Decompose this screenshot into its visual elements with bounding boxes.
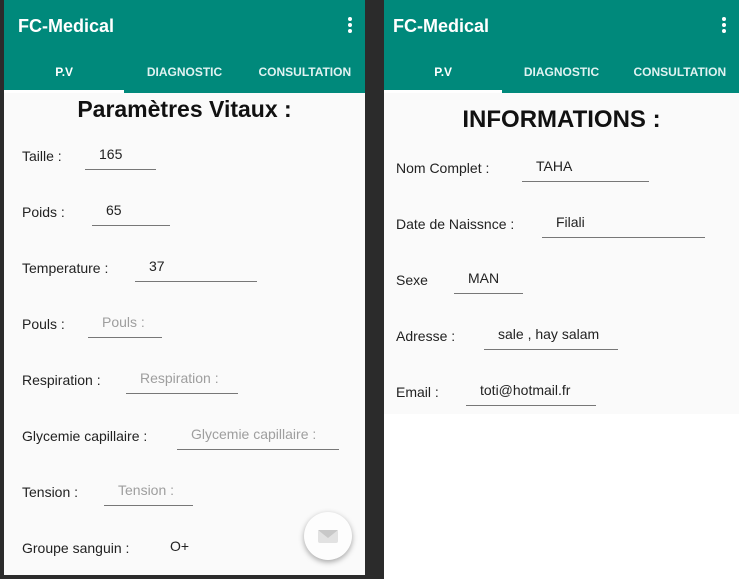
- field-label: Tension :: [22, 484, 79, 500]
- nom-complet-input[interactable]: TAHA: [522, 150, 649, 182]
- field-label: Poids :: [22, 204, 65, 220]
- overflow-menu-icon[interactable]: [719, 17, 729, 37]
- tab-bar: P.V DIAGNOSTIC CONSULTATION: [4, 56, 365, 93]
- form-row-sexe: Sexe MAN: [384, 262, 739, 302]
- app-title: FC-Medical: [18, 16, 115, 36]
- overflow-menu-icon[interactable]: [345, 17, 355, 37]
- form-row-adresse: Adresse : sale , hay salam: [384, 318, 739, 358]
- email-icon: [318, 530, 338, 543]
- divider: [373, 0, 384, 579]
- informations-screen: FC-Medical P.V DIAGNOSTIC CONSULTATION I…: [384, 0, 739, 414]
- adresse-input[interactable]: sale , hay salam: [484, 318, 618, 350]
- field-label: Respiration :: [22, 372, 101, 388]
- tab-diagnostic[interactable]: DIAGNOSTIC: [124, 56, 244, 93]
- field-label: Temperature :: [22, 260, 109, 276]
- taille-input[interactable]: 165: [85, 138, 156, 170]
- form-row-glycemie: Glycemie capillaire : Glycemie capillair…: [4, 418, 365, 458]
- field-label: Pouls :: [22, 316, 65, 332]
- form-row-respiration: Respiration : Respiration :: [4, 362, 365, 402]
- right-screen: FC-Medical P.V DIAGNOSTIC CONSULTATION I…: [373, 0, 739, 579]
- field-label: Groupe sanguin :: [22, 540, 130, 556]
- send-fab-button[interactable]: [304, 512, 352, 560]
- app-bar: FC-Medical P.V DIAGNOSTIC CONSULTATION: [4, 0, 365, 93]
- field-label: Date de Naissnce :: [396, 216, 515, 232]
- form-row-date: Date de Naissnce : Filali: [384, 206, 739, 246]
- date-naissance-input[interactable]: Filali: [542, 206, 705, 238]
- form-row-tension: Tension : Tension :: [4, 474, 365, 514]
- tab-diagnostic[interactable]: DIAGNOSTIC: [502, 56, 620, 93]
- form-row-pouls: Pouls : Pouls :: [4, 306, 365, 346]
- field-label: Adresse :: [396, 328, 456, 344]
- form-row-email: Email : toti@hotmail.fr: [384, 374, 739, 414]
- sexe-input[interactable]: MAN: [454, 262, 523, 294]
- form-row-taille: Taille : 165: [4, 138, 365, 178]
- app-title: FC-Medical: [393, 16, 490, 36]
- field-label: Glycemie capillaire :: [22, 428, 148, 444]
- email-input[interactable]: toti@hotmail.fr: [466, 374, 596, 406]
- tab-consultation[interactable]: CONSULTATION: [621, 56, 739, 93]
- glycemie-input[interactable]: Glycemie capillaire :: [177, 418, 339, 450]
- poids-input[interactable]: 65: [92, 194, 170, 226]
- temperature-input[interactable]: 37: [135, 250, 257, 282]
- groupe-sanguin-input[interactable]: O+: [156, 530, 296, 562]
- respiration-input[interactable]: Respiration :: [126, 362, 238, 394]
- form-row-temperature: Temperature : 37: [4, 250, 365, 290]
- tab-pv[interactable]: P.V: [384, 56, 503, 93]
- field-label: Nom Complet :: [396, 160, 490, 176]
- tab-pv[interactable]: P.V: [4, 56, 125, 93]
- field-label: Sexe: [396, 272, 428, 288]
- pouls-input[interactable]: Pouls :: [88, 306, 162, 338]
- tab-consultation[interactable]: CONSULTATION: [245, 56, 365, 93]
- tension-input[interactable]: Tension :: [104, 474, 193, 506]
- page-title: Paramètres Vitaux :: [77, 96, 292, 122]
- left-screen: FC-Medical P.V DIAGNOSTIC CONSULTATION P…: [0, 0, 373, 579]
- field-label: Taille :: [22, 148, 62, 164]
- form-row-poids: Poids : 65: [4, 194, 365, 234]
- app-bar: FC-Medical P.V DIAGNOSTIC CONSULTATION: [384, 0, 739, 93]
- field-label: Email :: [396, 384, 439, 400]
- pv-screen: FC-Medical P.V DIAGNOSTIC CONSULTATION P…: [4, 0, 365, 575]
- form-row-nom: Nom Complet : TAHA: [384, 150, 739, 190]
- tab-bar: P.V DIAGNOSTIC CONSULTATION: [384, 56, 739, 93]
- page-title: INFORMATIONS :: [462, 106, 661, 133]
